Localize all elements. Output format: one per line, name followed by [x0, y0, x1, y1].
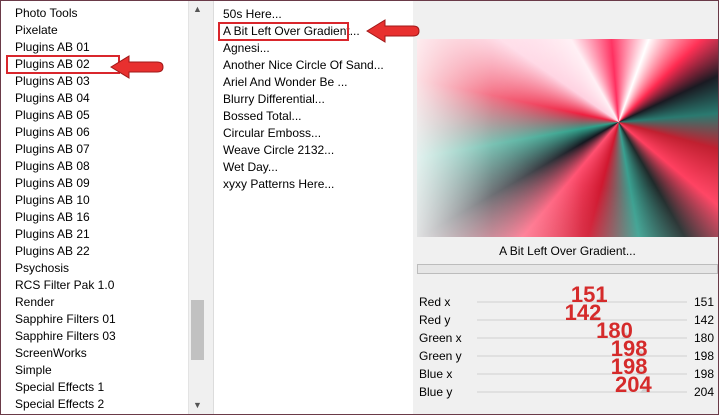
category-item[interactable]: Plugins AB 08 — [15, 158, 190, 175]
parameter-label: Red x — [419, 295, 451, 309]
pane-divider — [205, 1, 214, 414]
filter-list: 50s Here... A Bit Left Over Gradient... Ag… — [218, 6, 384, 193]
category-item[interactable]: Simple — [15, 362, 190, 379]
parameter-value[interactable]: 204 — [690, 383, 714, 401]
category-item[interactable]: Plugins AB 10 — [15, 192, 190, 209]
category-item[interactable]: Plugins AB 07 — [15, 141, 190, 158]
scrollbar-thumb[interactable] — [191, 300, 204, 360]
filter-dialog: Photo Tools Pixelate Plugins AB 01 Plugins … — [0, 0, 719, 415]
filter-settings-pane: A Bit Left Over Gradient... Red x 151 151 R… — [417, 1, 718, 414]
parameter-label: Green x — [419, 331, 462, 345]
category-list-pane: Photo Tools Pixelate Plugins AB 01 Plugins … — [1, 1, 206, 414]
category-item[interactable]: Plugins AB 04 — [15, 90, 190, 107]
parameter-label: Red y — [419, 313, 451, 327]
filter-item[interactable]: Circular Emboss... — [223, 125, 384, 142]
scroll-up-icon[interactable]: ▲ — [189, 1, 206, 18]
parameter-list: Red x 151 151 Red y 142 142 Green x 180 180 Green… — [417, 283, 718, 401]
category-item[interactable]: RCS Filter Pak 1.0 — [15, 277, 190, 294]
filter-list-pane: 50s Here... A Bit Left Over Gradient... Ag… — [214, 1, 414, 414]
left-arrow-icon — [366, 19, 420, 43]
parameter-row: Blue x 198 198 — [417, 355, 718, 383]
category-item[interactable]: Plugins AB 22 — [15, 243, 190, 260]
parameter-row: Green x 180 180 — [417, 319, 718, 347]
filter-item[interactable]: Bossed Total... — [223, 108, 384, 125]
category-item[interactable]: Pixelate — [15, 22, 190, 39]
category-item[interactable]: ScreenWorks — [15, 345, 190, 362]
value-annotation: 204 — [615, 372, 652, 397]
filter-item[interactable]: A Bit Left Over Gradient... — [218, 22, 360, 41]
category-item[interactable]: Plugins AB 16 — [15, 209, 190, 226]
category-item[interactable]: Plugins AB 21 — [15, 226, 190, 243]
filter-item[interactable]: Wet Day... — [223, 159, 384, 176]
parameter-row: Red y 142 142 — [417, 301, 718, 329]
category-item[interactable]: Special Effects 2 — [15, 396, 190, 413]
filter-preview-image — [417, 39, 718, 237]
left-arrow-icon — [110, 55, 164, 79]
filter-item[interactable]: 50s Here... — [223, 6, 384, 23]
parameter-value[interactable]: 142 — [690, 311, 714, 329]
category-scrollbar[interactable]: ▲ ▼ — [188, 1, 206, 414]
preview-overlay — [417, 39, 718, 237]
category-item[interactable]: Render — [15, 294, 190, 311]
parameter-slider[interactable] — [477, 386, 687, 393]
parameter-label: Blue y — [419, 385, 453, 399]
parameter-row: Green y 198 198 — [417, 337, 718, 365]
parameter-row: Blue y 204 204 — [417, 373, 718, 401]
parameter-value[interactable]: 180 — [690, 329, 714, 347]
category-item[interactable]: Plugins AB 06 — [15, 124, 190, 141]
progress-bar — [417, 264, 718, 274]
category-item[interactable]: Psychosis — [15, 260, 190, 277]
filter-item[interactable]: Blurry Differential... — [223, 91, 384, 108]
category-item[interactable]: Sapphire Filters 03 — [15, 328, 190, 345]
scroll-down-icon[interactable]: ▼ — [189, 397, 206, 414]
parameter-slider[interactable] — [477, 350, 687, 357]
parameter-value[interactable]: 151 — [690, 293, 714, 311]
filter-item[interactable]: Agnesi... — [223, 40, 384, 57]
category-item[interactable]: Plugins AB 02 — [6, 55, 120, 74]
parameter-slider[interactable] — [477, 332, 687, 339]
filter-item[interactable]: xyxy Patterns Here... — [223, 176, 384, 193]
category-item[interactable]: Photo Tools — [15, 5, 190, 22]
parameter-value[interactable]: 198 — [690, 347, 714, 365]
category-item[interactable]: Sapphire Filters 01 — [15, 311, 190, 328]
category-item[interactable]: Plugins AB 05 — [15, 107, 190, 124]
category-item[interactable]: Plugins AB 09 — [15, 175, 190, 192]
filter-item[interactable]: Another Nice Circle Of Sand... — [223, 57, 384, 74]
parameter-label: Green y — [419, 349, 462, 363]
parameter-slider[interactable] — [477, 368, 687, 375]
filter-title: A Bit Left Over Gradient... — [417, 239, 718, 263]
filter-item[interactable]: Ariel And Wonder Be ... — [223, 74, 384, 91]
filter-item[interactable]: Weave Circle 2132... — [223, 142, 384, 159]
parameter-label: Blue x — [419, 367, 453, 381]
parameter-value[interactable]: 198 — [690, 365, 714, 383]
category-item[interactable]: Special Effects 1 — [15, 379, 190, 396]
